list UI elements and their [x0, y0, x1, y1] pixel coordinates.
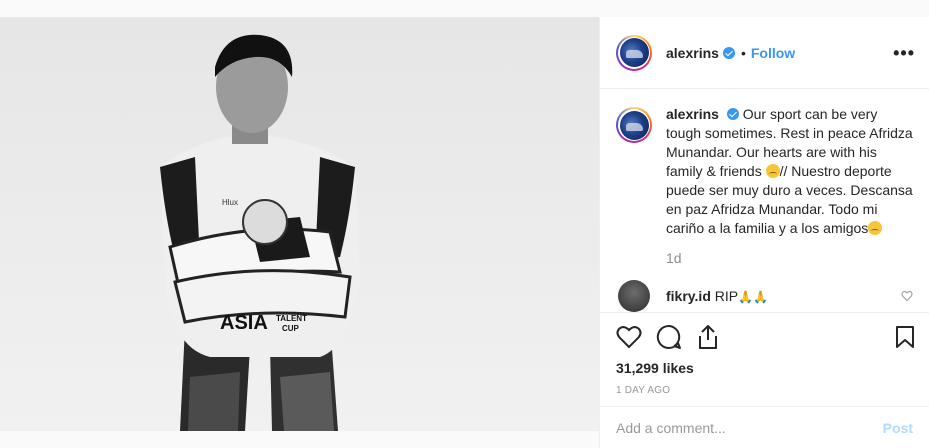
avatar-image	[619, 38, 649, 67]
likes-count[interactable]: 31,299 likes	[616, 360, 915, 376]
commenter-avatar[interactable]	[618, 280, 650, 312]
sad-face-icon	[765, 164, 780, 178]
rider-photo: ASIA TALENT CUP Hlux	[0, 17, 599, 431]
post-comment-button[interactable]: Post	[883, 420, 913, 436]
comment-body: RIP	[714, 288, 739, 304]
post-actions: 31,299 likes 1 day ago	[600, 312, 929, 396]
caption-avatar[interactable]	[616, 107, 652, 143]
bookmark-icon[interactable]	[895, 325, 915, 349]
caption-username[interactable]: alexrins	[666, 106, 719, 122]
action-icons	[616, 321, 915, 353]
add-comment-bar: Post	[600, 406, 929, 448]
caption: alexrins Our sport can be very tough som…	[616, 105, 913, 238]
suit-text-cup: CUP	[282, 324, 300, 333]
post-header: alexrins • Follow •••	[600, 17, 929, 89]
post-sidebar: alexrins • Follow ••• alexrins Our sport…	[599, 17, 929, 448]
comment-text: fikry.id RIP🙏🙏	[666, 288, 768, 304]
post-image[interactable]: ASIA TALENT CUP Hlux	[0, 17, 599, 431]
caption-time[interactable]: 1d	[666, 250, 913, 266]
suit-text-brand: Hlux	[222, 198, 238, 207]
follow-button[interactable]: Follow	[751, 45, 795, 61]
like-heart-icon[interactable]	[616, 325, 642, 349]
comment-item: fikry.id RIP🙏🙏	[616, 280, 913, 312]
verified-badge-icon	[722, 46, 735, 59]
comments-section[interactable]: alexrins Our sport can be very tough som…	[600, 89, 929, 312]
share-icon[interactable]	[696, 324, 720, 350]
more-options-icon[interactable]: •••	[893, 44, 915, 62]
pray-emoji: 🙏🙏	[738, 290, 768, 304]
suit-text-talent: TALENT	[276, 314, 307, 323]
post-timestamp[interactable]: 1 day ago	[616, 385, 915, 396]
add-comment-input[interactable]	[616, 419, 883, 436]
separator-dot: •	[740, 44, 746, 61]
author-avatar[interactable]	[616, 34, 652, 71]
sad-face-icon-2	[868, 221, 883, 235]
caption-avatar-image	[619, 110, 649, 140]
header-username[interactable]: alexrins	[666, 45, 719, 61]
comment-like-heart-icon[interactable]	[901, 290, 913, 302]
comment-bubble-icon[interactable]	[656, 324, 682, 350]
commenter-username[interactable]: fikry.id	[666, 288, 711, 304]
suit-text-asia: ASIA	[220, 312, 268, 334]
caption-text: alexrins Our sport can be very tough som…	[666, 105, 913, 238]
caption-verified-icon	[726, 108, 739, 120]
